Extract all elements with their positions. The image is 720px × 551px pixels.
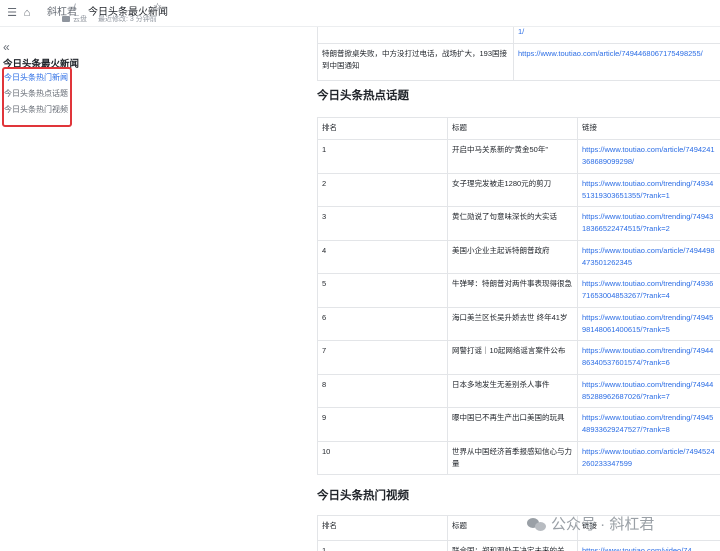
news-link-fragment[interactable]: 1/: [518, 27, 524, 36]
news-table: 1/ 特朗普掀桌失败，中方没打过电话，战场扩大，193国接到中国通知 https…: [317, 27, 720, 81]
table-row: 特朗普掀桌失败，中方没打过电话，战场扩大，193国接到中国通知 https://…: [317, 43, 720, 81]
link-cell-anchor[interactable]: https://www.toutiao.com/article/74942413…: [582, 145, 715, 166]
link-cell-anchor[interactable]: https://www.toutiao.com/trending/7494318…: [582, 212, 713, 233]
outline-item-hot-topics[interactable]: 今日头条热点话题: [4, 88, 68, 99]
link-cell-anchor[interactable]: https://www.toutiao.com/trending/7494548…: [582, 413, 713, 434]
rank-cell: 7: [317, 340, 448, 375]
column-header-link: 链接: [577, 117, 720, 140]
title-cell: 联合国：郑和观处于决定未来的关: [447, 540, 578, 551]
favorite-star-icon[interactable]: ☆: [153, 2, 162, 13]
title-cell: 女子理完发被走1280元的剪刀: [447, 172, 578, 207]
link-cell-anchor[interactable]: https://www.toutiao.com/trending/7494486…: [582, 346, 713, 367]
rank-cell: 3: [317, 206, 448, 241]
videos-table: 排名 标题 链接 1 联合国：郑和观处于决定未来的关 https://www.tou…: [317, 515, 720, 551]
wechat-logo-icon: [527, 516, 547, 532]
document-body: 1/ 特朗普掀桌失败，中方没打过电话，战场扩大，193国接到中国通知 https…: [317, 27, 720, 551]
title-cell: 网警打谣｜10起网络谣言案件公布: [447, 340, 578, 375]
rank-cell: 10: [317, 440, 448, 475]
watermark: 公众号 · 斜杠君: [527, 513, 654, 534]
link-cell-anchor[interactable]: https://www.toutiao.com/article/74945242…: [582, 447, 715, 468]
home-icon[interactable]: ⌂: [20, 6, 34, 20]
table-row: 5 牛弹琴：特朗普对两件事表现得很急 https://www.toutiao.com…: [317, 273, 720, 308]
title-cell: 美国小企业主起诉特朗普政府: [447, 239, 578, 274]
topics-heading: 今日头条热点话题: [317, 90, 409, 102]
videos-heading: 今日头条热门视频: [317, 490, 409, 502]
folder-icon: [62, 16, 70, 22]
rank-cell: 9: [317, 407, 448, 442]
title-cell: 曝中国已不再生产出口美国的玩具: [447, 407, 578, 442]
title-cell: 牛弹琴：特朗普对两件事表现得很急: [447, 273, 578, 308]
top-bar: ☰ ⌂ 斜杠君 / 今日头条最火新闻 ☆ 云盘 最近修改: 3 分钟前: [0, 0, 720, 27]
title-cell: 世界从中国经济首季报感知信心与力量: [447, 440, 578, 475]
table-row: 3 黄仁勋说了句意味深长的大实话 https://www.toutiao.com/t…: [317, 206, 720, 241]
column-header-rank: 排名: [317, 117, 448, 140]
menu-toggle-icon[interactable]: ☰: [5, 6, 19, 20]
last-modified: 最近修改: 3 分钟前: [98, 16, 157, 23]
table-row: 7 网警打谣｜10起网络谣言案件公布 https://www.toutiao.com…: [317, 340, 720, 375]
table-header-row: 排名 标题 链接: [317, 117, 720, 140]
column-header-rank: 排名: [317, 515, 448, 541]
rank-cell: 6: [317, 306, 448, 341]
collapse-outline-icon[interactable]: «: [3, 40, 10, 54]
column-header-title: 标题: [447, 117, 578, 140]
link-cell-anchor[interactable]: https://www.toutiao.com/article/74944984…: [582, 246, 715, 267]
breadcrumb-separator: /: [73, 3, 76, 14]
rank-cell: 1: [317, 540, 448, 551]
outline-item-hot-news[interactable]: 今日头条热门新闻: [4, 72, 68, 83]
title-cell: 开启中马关系新的“黄金50年”: [447, 139, 578, 174]
news-title-cell: 特朗普掀桌失败，中方没打过电话，战场扩大，193国接到中国通知: [317, 43, 514, 81]
title-cell: 日本多地发生无差别杀人事件: [447, 373, 578, 408]
table-row: 6 海口美兰区长吴升娇去世 终年41岁 https://www.toutiao.co…: [317, 306, 720, 341]
table-row: 4 美国小企业主起诉特朗普政府 https://www.toutiao.com/ar…: [317, 239, 720, 274]
table-row: 1/: [317, 27, 720, 44]
outline-item-hot-videos[interactable]: 今日头条热门视频: [4, 104, 68, 115]
link-cell-anchor[interactable]: https://www.toutiao.com/video/74: [582, 546, 692, 551]
table-row: 2 女子理完发被走1280元的剪刀 https://www.toutiao.com/…: [317, 172, 720, 207]
space-label[interactable]: 云盘: [73, 14, 87, 24]
watermark-text: 公众号 · 斜杠君: [551, 516, 655, 533]
table-row: 8 日本多地发生无差别杀人事件 https://www.toutiao.com/tr…: [317, 373, 720, 408]
rank-cell: 5: [317, 273, 448, 308]
rank-cell: 1: [317, 139, 448, 174]
table-row: 1 联合国：郑和观处于决定未来的关 https://www.toutiao.com/…: [317, 540, 720, 551]
topics-table: 排名 标题 链接 1 开启中马关系新的“黄金50年” https://www.tou…: [317, 117, 720, 475]
table-row: 9 曝中国已不再生产出口美国的玩具 https://www.toutiao.com/…: [317, 407, 720, 442]
link-cell-anchor[interactable]: https://www.toutiao.com/trending/7494598…: [582, 313, 713, 334]
rank-cell: 2: [317, 172, 448, 207]
table-row: 1 开启中马关系新的“黄金50年” https://www.toutiao.com/…: [317, 139, 720, 174]
table-row: 10 世界从中国经济首季报感知信心与力量 https://www.toutiao.c…: [317, 440, 720, 475]
link-cell-anchor[interactable]: https://www.toutiao.com/trending/7493451…: [582, 179, 713, 200]
rank-cell: 4: [317, 239, 448, 274]
news-link[interactable]: https://www.toutiao.com/article/74944680…: [518, 49, 703, 58]
link-cell-anchor[interactable]: https://www.toutiao.com/trending/7493671…: [582, 279, 713, 300]
table-header-row: 排名 标题 链接: [317, 515, 720, 541]
link-cell-anchor[interactable]: https://www.toutiao.com/trending/7494485…: [582, 380, 713, 401]
title-cell: 海口美兰区长吴升娇去世 终年41岁: [447, 306, 578, 341]
title-cell: 黄仁勋说了句意味深长的大实话: [447, 206, 578, 241]
rank-cell: 8: [317, 373, 448, 408]
